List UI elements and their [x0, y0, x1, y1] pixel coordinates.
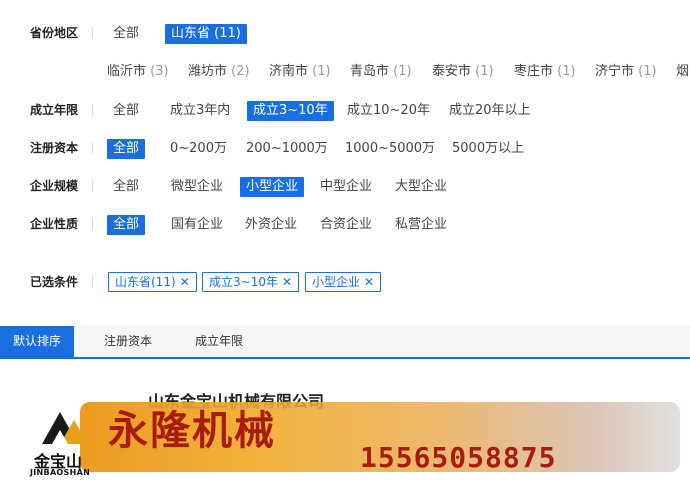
capital-option-all[interactable]: 全部	[107, 139, 146, 159]
banner-phone: 15565058875	[360, 441, 557, 474]
filter-label-nature: 企业性质	[30, 217, 79, 231]
years-option-under3[interactable]: 成立3年内	[164, 101, 236, 121]
city-option-taian[interactable]: 泰安市 (1)	[432, 62, 494, 82]
capital-option-200-1000[interactable]: 200~1000万	[240, 139, 334, 159]
divider	[92, 180, 93, 192]
nature-option-private[interactable]: 私营企业	[389, 215, 453, 235]
years-option-all[interactable]: 全部	[107, 101, 145, 121]
province-option-all[interactable]: 全部	[107, 24, 145, 44]
capital-option-1000-5000[interactable]: 1000~5000万	[339, 139, 441, 159]
close-icon[interactable]: ✕	[364, 275, 374, 289]
filter-label-scale: 企业规模	[30, 179, 79, 193]
years-option-over20[interactable]: 成立20年以上	[443, 101, 537, 121]
close-icon[interactable]: ✕	[282, 275, 292, 289]
nature-option-joint[interactable]: 合资企业	[314, 215, 378, 235]
divider	[92, 142, 93, 154]
capital-option-over5000[interactable]: 5000万以上	[446, 139, 530, 159]
city-option-yantai[interactable]: 烟	[676, 62, 689, 82]
city-option-jinan[interactable]: 济南市 (1)	[269, 62, 331, 82]
divider	[92, 276, 93, 288]
scale-option-large[interactable]: 大型企业	[389, 177, 453, 197]
nature-option-foreign[interactable]: 外资企业	[239, 215, 303, 235]
city-option-linyi[interactable]: 临沂市 (3)	[107, 62, 169, 82]
sort-capital[interactable]: 注册资本	[104, 326, 152, 357]
sort-bar: 默认排序 注册资本 成立年限	[0, 326, 690, 359]
logo-subtext: JINBAOSHAN	[30, 468, 91, 477]
sort-years[interactable]: 成立年限	[195, 326, 243, 357]
selected-conditions-label: 已选条件	[30, 275, 79, 289]
city-option-zaozhuang[interactable]: 枣庄市 (1)	[514, 62, 576, 82]
capital-option-0-200[interactable]: 0~200万	[164, 139, 233, 159]
banner-title: 永隆机械	[108, 407, 276, 454]
selected-tag-years[interactable]: 成立3~10年 ✕	[202, 272, 300, 292]
nature-option-state[interactable]: 国有企业	[165, 215, 229, 235]
selected-tag-scale[interactable]: 小型企业 ✕	[305, 272, 382, 292]
scale-option-all[interactable]: 全部	[107, 177, 145, 197]
close-icon[interactable]: ✕	[180, 275, 190, 289]
scale-option-small[interactable]: 小型企业	[240, 177, 305, 197]
divider	[92, 218, 93, 230]
years-option-3to10[interactable]: 成立3~10年	[247, 101, 334, 121]
city-option-qingdao[interactable]: 青岛市 (1)	[350, 62, 412, 82]
divider	[92, 27, 93, 39]
selected-tag-province[interactable]: 山东省(11) ✕	[108, 272, 197, 292]
filter-label-province: 省份地区	[30, 26, 79, 40]
city-option-weifang[interactable]: 潍坊市 (2)	[188, 62, 250, 82]
filter-label-years: 成立年限	[30, 103, 79, 117]
scale-option-medium[interactable]: 中型企业	[314, 177, 378, 197]
years-option-10to20[interactable]: 成立10~20年	[341, 101, 436, 121]
scale-option-micro[interactable]: 微型企业	[165, 177, 229, 197]
divider	[92, 104, 93, 116]
sort-default[interactable]: 默认排序	[0, 326, 75, 357]
province-option-shandong[interactable]: 山东省 (11)	[165, 24, 247, 44]
filter-label-capital: 注册资本	[30, 141, 79, 155]
city-option-jining[interactable]: 济宁市 (1)	[595, 62, 657, 82]
nature-option-all[interactable]: 全部	[107, 215, 146, 235]
